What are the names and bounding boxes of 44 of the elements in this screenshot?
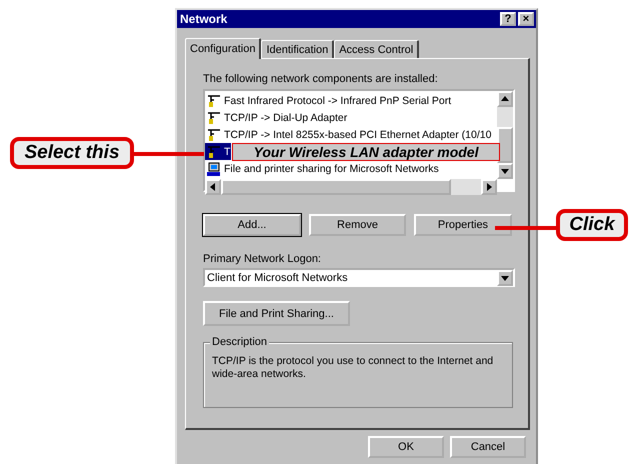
window-title: Network bbox=[180, 12, 228, 26]
dialog-button[interactable]: Cancel bbox=[450, 436, 526, 458]
network-cable-icon bbox=[207, 110, 221, 124]
tab[interactable]: Configuration bbox=[185, 38, 262, 59]
description-text: TCP/IP is the protocol you use to connect to the Internet and wide-area networks. bbox=[212, 355, 494, 381]
help-button[interactable]: ? bbox=[500, 12, 516, 26]
list-item[interactable]: T bbox=[205, 143, 232, 160]
horizontal-scrollbar[interactable] bbox=[205, 179, 497, 195]
list-item[interactable]: File and printer sharing for Microsoft Networks bbox=[205, 160, 497, 177]
logon-label: Primary Network Logon: bbox=[203, 253, 322, 265]
logon-dropdown[interactable]: Client for Microsoft Networks bbox=[203, 268, 515, 287]
action-button[interactable]: Properties bbox=[414, 214, 512, 236]
list-item[interactable]: TCP/IP -> Intel 8255x-based PCI Ethernet Adapter (10/10 bbox=[205, 126, 497, 143]
arrow-left-icon bbox=[208, 182, 218, 192]
dropdown-button[interactable] bbox=[497, 270, 513, 286]
network-cable-icon bbox=[207, 144, 221, 158]
action-button[interactable]: Add... bbox=[203, 214, 301, 236]
list-item[interactable]: TCP/IP -> Dial-Up Adapter bbox=[205, 109, 497, 126]
arrow-right-icon bbox=[484, 182, 494, 192]
scroll-down-button[interactable] bbox=[497, 163, 513, 179]
close-button[interactable]: × bbox=[518, 12, 534, 26]
adapter-annotation: Your Wireless LAN adapter model bbox=[232, 143, 500, 161]
arrow-down-icon bbox=[500, 166, 510, 176]
group-title: Description bbox=[210, 336, 270, 348]
scroll-up-button[interactable] bbox=[497, 91, 513, 107]
vertical-scrollbar[interactable] bbox=[497, 91, 513, 179]
network-cable-icon bbox=[207, 128, 221, 142]
file-print-sharing-button[interactable]: File and Print Sharing... bbox=[203, 301, 350, 326]
computer-icon bbox=[207, 162, 221, 176]
action-button[interactable]: Remove bbox=[309, 214, 406, 236]
list-item[interactable]: Fast Infrared Protocol -> Infrared PnP Serial Port bbox=[205, 92, 497, 109]
scroll-thumb[interactable] bbox=[497, 127, 513, 163]
network-cable-icon bbox=[207, 94, 221, 108]
click-callout: Click bbox=[556, 209, 628, 241]
scroll-thumb[interactable] bbox=[221, 179, 451, 195]
scroll-left-button[interactable] bbox=[205, 179, 221, 195]
components-label: The following network components are installed: bbox=[203, 73, 439, 85]
select-callout: Select this bbox=[10, 137, 134, 169]
dialog-button[interactable]: OK bbox=[368, 436, 444, 458]
components-list[interactable] bbox=[203, 89, 515, 192]
tab[interactable]: Identification bbox=[261, 40, 334, 58]
tab[interactable]: Access Control bbox=[334, 40, 420, 58]
arrow-up-icon bbox=[500, 94, 510, 104]
scroll-right-button[interactable] bbox=[481, 179, 497, 195]
